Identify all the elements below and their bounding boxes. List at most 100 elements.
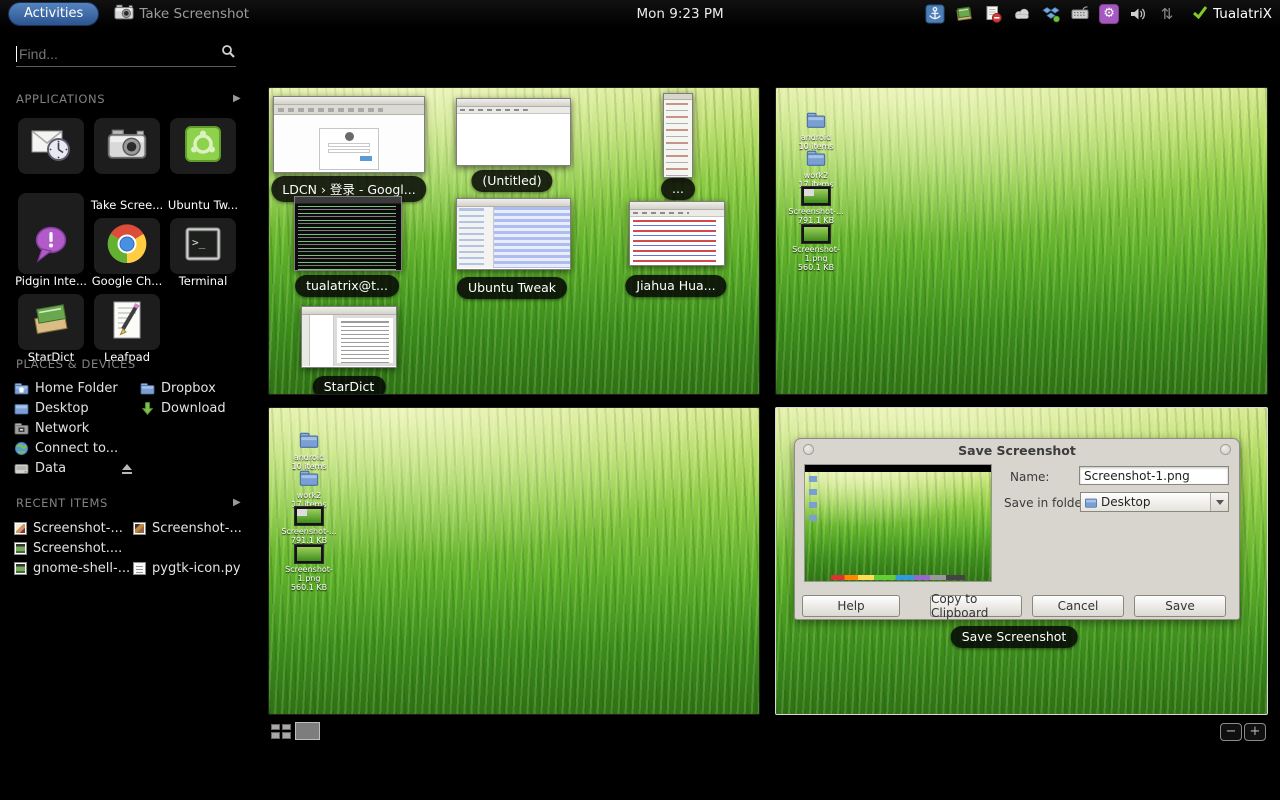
window-label: tualatrix@t...: [295, 275, 399, 297]
copy-to-clipboard-button: Copy to Clipboard: [930, 595, 1022, 617]
workspace-3[interactable]: android10 items work217 items Screenshot…: [268, 407, 760, 715]
clock[interactable]: Mon 9:23 PM: [637, 6, 724, 22]
window-stardict[interactable]: [301, 306, 397, 368]
recent-item[interactable]: pygtk-icon.py: [133, 561, 241, 576]
app-tile-stardict[interactable]: [18, 294, 84, 350]
system-tray: ⚙ ⇅ TualatriX: [925, 4, 1272, 24]
screenshot-thumb-icon: [801, 224, 831, 244]
anchor-icon[interactable]: [925, 4, 945, 24]
place-download[interactable]: Download: [140, 401, 226, 416]
download-arrow-icon: [140, 401, 155, 416]
folder-combobox: Desktop: [1080, 492, 1229, 512]
recent-item[interactable]: Screenshot-...: [133, 521, 242, 536]
window-label: StarDict: [313, 376, 386, 395]
window-untitled-editor[interactable]: [456, 98, 571, 166]
app-label: Google Ch...: [89, 274, 165, 288]
recent-header: RECENT ITEMS: [16, 496, 108, 510]
recent-item[interactable]: gnome-shell-...: [14, 561, 130, 576]
app-tile-leafpad[interactable]: [94, 294, 160, 350]
search-icon[interactable]: [221, 44, 236, 63]
focused-app-title: Take Screenshot: [139, 6, 249, 22]
cloud-icon[interactable]: [1012, 4, 1032, 24]
folder-icon: [1084, 496, 1098, 509]
place-home-folder[interactable]: Home Folder: [14, 381, 118, 396]
stardict-tray-icon[interactable]: [954, 4, 974, 24]
places-header: PLACES & DEVICES: [16, 357, 136, 371]
workspace-view-toggles: [270, 722, 320, 740]
window-buddy-list[interactable]: [663, 93, 693, 178]
place-connect-to[interactable]: Connect to...: [14, 441, 118, 456]
desktop-icon-folder: android10 items: [782, 110, 850, 151]
folder-icon: [803, 148, 829, 168]
folder-icon: [296, 468, 322, 488]
grid-view-button[interactable]: [270, 723, 292, 740]
place-dropbox[interactable]: Dropbox: [140, 381, 216, 396]
desktop-icon-image: Screenshot-1.png560.1 KB: [782, 224, 850, 272]
drive-icon: [14, 461, 29, 476]
recent-expand-icon[interactable]: ▶: [233, 497, 241, 508]
window-terminal[interactable]: [294, 196, 402, 271]
app-tile-evolution[interactable]: [18, 118, 84, 174]
folder-icon: [803, 110, 829, 130]
folder-icon: [140, 381, 155, 396]
cancel-button: Cancel: [1032, 595, 1124, 617]
volume-icon[interactable]: [1128, 4, 1148, 24]
sticky-note-icon[interactable]: [983, 4, 1003, 24]
app-label: Pidgin Inte...: [13, 274, 89, 288]
chevron-down-icon: [1210, 493, 1228, 511]
dropbox-icon[interactable]: [1041, 4, 1061, 24]
network-folder-icon: [14, 421, 29, 436]
status-check-icon: [1192, 5, 1208, 23]
add-workspace-button[interactable]: +: [1244, 723, 1266, 741]
help-button: Help: [802, 595, 900, 617]
evolution-icon: [29, 122, 73, 170]
window-label: Jiahua Hua...: [625, 275, 726, 297]
screenshot-thumb-icon: [294, 544, 324, 564]
save-in-folder-label: Save in folder:: [1004, 496, 1091, 510]
image-file-icon: [14, 542, 27, 555]
applications-expand-icon[interactable]: ▶: [233, 93, 241, 104]
image-file-icon: [133, 522, 146, 535]
app-tile-terminal[interactable]: >_: [170, 218, 236, 274]
screenshot-preview: [804, 464, 992, 582]
screenshot-thumb-icon: [801, 186, 831, 206]
network-arrows-icon[interactable]: ⇅: [1157, 4, 1177, 24]
workspace-2[interactable]: android10 items work217 items Screenshot…: [775, 87, 1268, 395]
folder-icon: [14, 401, 29, 416]
app-label: Take Scree...: [89, 198, 165, 212]
remove-workspace-button[interactable]: −: [1220, 723, 1242, 741]
app-tile-pidgin[interactable]: [18, 218, 84, 274]
keyboard-icon[interactable]: [1070, 4, 1090, 24]
chrome-icon: [105, 222, 149, 270]
stardict-icon: [29, 298, 73, 346]
focused-app-menu[interactable]: Take Screenshot: [113, 1, 249, 27]
dialog-title: Save Screenshot: [795, 443, 1239, 458]
window-label: Save Screenshot: [951, 626, 1078, 648]
window-browser[interactable]: [273, 96, 425, 173]
user-menu[interactable]: TualatriX: [1192, 5, 1272, 23]
search-input[interactable]: [17, 46, 221, 62]
recent-item[interactable]: Screenshot....: [14, 541, 122, 556]
app-tile-ubuntu-tweak[interactable]: [170, 118, 236, 174]
eject-icon[interactable]: [120, 464, 134, 474]
window-save-screenshot-dialog[interactable]: Save Screenshot Name: Screenshot-1.png S…: [794, 438, 1240, 620]
single-view-button[interactable]: [295, 722, 320, 740]
activities-button[interactable]: Activities: [8, 2, 99, 26]
place-data[interactable]: Data: [14, 461, 66, 476]
place-network[interactable]: Network: [14, 421, 89, 436]
workspace-1[interactable]: LDCN › 登录 - Googl... (Untitled) ... tual…: [268, 87, 760, 395]
app-tile-take-screenshot[interactable]: [94, 118, 160, 174]
leafpad-icon: [105, 298, 149, 346]
window-chat[interactable]: [629, 201, 725, 266]
folder-icon: [296, 430, 322, 450]
place-desktop[interactable]: Desktop: [14, 401, 89, 416]
text-file-icon: [133, 562, 146, 575]
pidgin-icon: [29, 222, 73, 270]
app-tile-chrome[interactable]: [94, 218, 160, 274]
ubuntu-tweak-gear-icon[interactable]: ⚙: [1099, 4, 1119, 24]
window-ubuntu-tweak[interactable]: [456, 198, 571, 270]
camera-icon: [105, 122, 149, 170]
workspace-4[interactable]: Save Screenshot Name: Screenshot-1.png S…: [775, 407, 1268, 715]
recent-item[interactable]: Screenshot-...: [14, 521, 123, 536]
overview-sidebar: APPLICATIONS ▶ Evolution Take Scree...: [0, 27, 260, 800]
